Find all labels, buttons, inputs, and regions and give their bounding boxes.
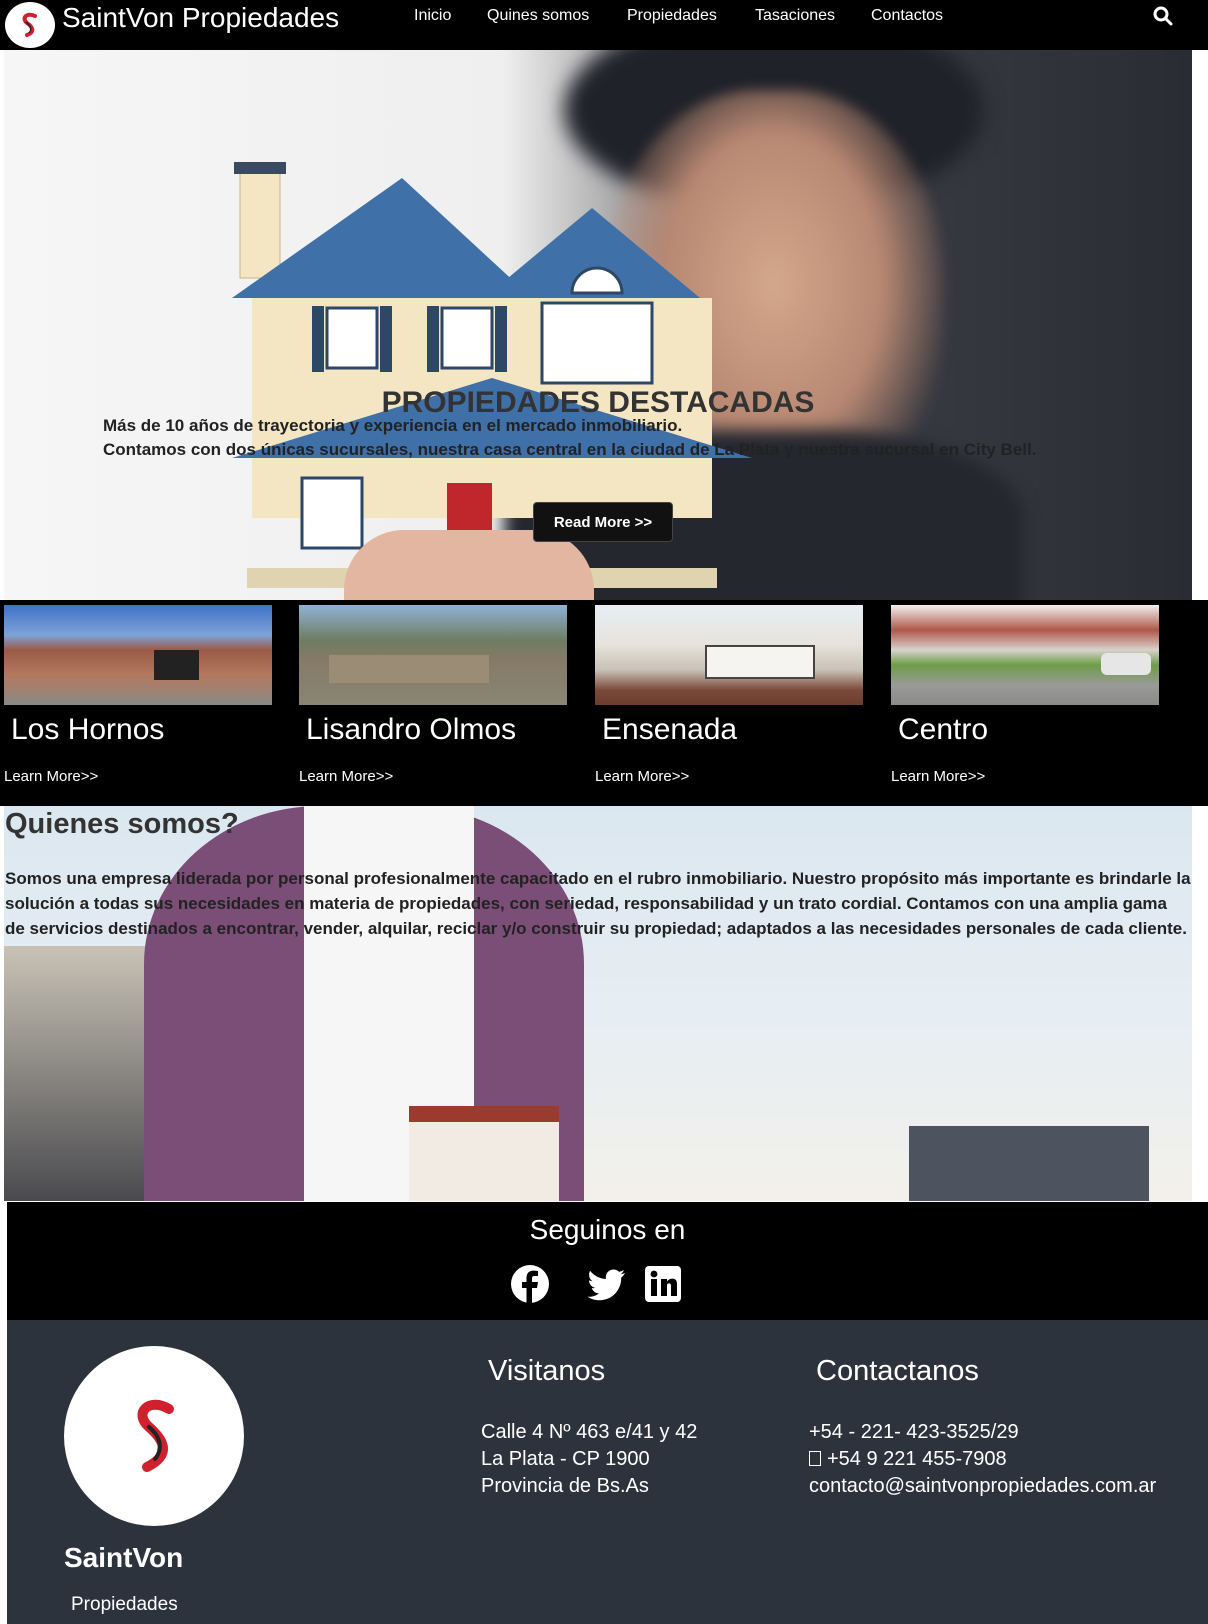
property-photo[interactable]: [595, 605, 863, 705]
property-photo[interactable]: [299, 605, 567, 705]
visit-title: Visitanos: [488, 1355, 606, 1387]
property-name: Ensenada: [602, 713, 738, 746]
phone-number[interactable]: +54 - 221- 423-3525/29: [809, 1420, 1019, 1444]
footer-brand: SaintVon: [64, 1542, 184, 1573]
facebook-icon[interactable]: [510, 1264, 550, 1304]
property-card-los-hornos[interactable]: Los Hornos Learn More>>: [4, 605, 272, 785]
learn-more-link[interactable]: Learn More>>: [4, 768, 98, 786]
whatsapp-number: +54 9 221 455-7908: [827, 1448, 1007, 1470]
social-section: Seguinos en: [7, 1202, 1208, 1320]
whatsapp-icon: [809, 1451, 821, 1466]
address-line-1: Calle 4 Nº 463 e/41 y 42: [481, 1421, 698, 1443]
nav-inicio[interactable]: Inicio: [414, 6, 451, 26]
hero-description: Más de 10 años de trayectoria y experien…: [103, 414, 1036, 462]
brand-logo[interactable]: [5, 2, 55, 48]
whatsapp-row[interactable]: +54 9 221 455-7908: [809, 1447, 1007, 1471]
learn-more-link[interactable]: Learn More>>: [299, 768, 393, 786]
saintvon-logo-icon: [137, 1399, 174, 1472]
learn-more-link[interactable]: Learn More>>: [595, 768, 689, 786]
property-name: Centro: [898, 713, 989, 746]
footer-logo[interactable]: [64, 1346, 244, 1526]
twitter-icon[interactable]: [587, 1264, 627, 1304]
about-title: Quienes somos?: [5, 808, 239, 840]
hero-line-1: Más de 10 años de trayectoria y experien…: [103, 416, 683, 435]
nav-tasaciones[interactable]: Tasaciones: [755, 6, 835, 26]
saintvon-logo-icon: [22, 12, 37, 37]
property-card-ensenada[interactable]: Ensenada Learn More>>: [595, 605, 863, 785]
brand-name[interactable]: SaintVon Propiedades: [62, 2, 339, 34]
property-card-lisandro-olmos[interactable]: Lisandro Olmos Learn More>>: [299, 605, 567, 785]
hero-line-2: Contamos con dos únicas sucursales, nues…: [103, 440, 1037, 459]
about-section: Quienes somos? Somos una empresa liderad…: [4, 806, 1192, 1201]
search-icon[interactable]: [1152, 5, 1174, 27]
nav-quines-somos[interactable]: Quines somos: [487, 6, 589, 26]
hero-banner: PROPIEDADES DESTACADAS Más de 10 años de…: [4, 50, 1192, 600]
property-name: Lisandro Olmos: [306, 713, 517, 746]
footer: SaintVon Propiedades Visitanos Calle 4 N…: [7, 1320, 1208, 1624]
address-line-2: La Plata - CP 1900: [481, 1448, 650, 1470]
footer-subtitle: Propiedades: [71, 1594, 178, 1615]
contact-title: Contactanos: [816, 1355, 979, 1387]
property-cards: Los Hornos Learn More>> Lisandro Olmos L…: [0, 600, 1208, 806]
property-card-centro[interactable]: Centro Learn More>>: [891, 605, 1159, 785]
navbar: SaintVon Propiedades Inicio Quines somos…: [0, 0, 1208, 50]
read-more-button[interactable]: Read More >>: [533, 502, 673, 542]
linkedin-icon[interactable]: [643, 1264, 683, 1304]
address-line-3: Provincia de Bs.As: [481, 1475, 649, 1497]
property-name: Los Hornos: [11, 713, 165, 746]
about-bg-mini-house: [409, 1106, 559, 1201]
nav-propiedades[interactable]: Propiedades: [627, 6, 717, 26]
social-title: Seguinos en: [529, 1214, 686, 1245]
about-bg-building-left: [4, 946, 154, 1201]
learn-more-link[interactable]: Learn More>>: [891, 768, 985, 786]
property-photo[interactable]: [891, 605, 1159, 705]
property-photo[interactable]: [4, 605, 272, 705]
email-link[interactable]: contacto@saintvonpropiedades.com.ar: [809, 1474, 1156, 1498]
nav-contactos[interactable]: Contactos: [871, 6, 943, 26]
about-bg-house-roof: [909, 1126, 1149, 1201]
about-text: Somos una empresa liderada por personal …: [5, 869, 1191, 938]
